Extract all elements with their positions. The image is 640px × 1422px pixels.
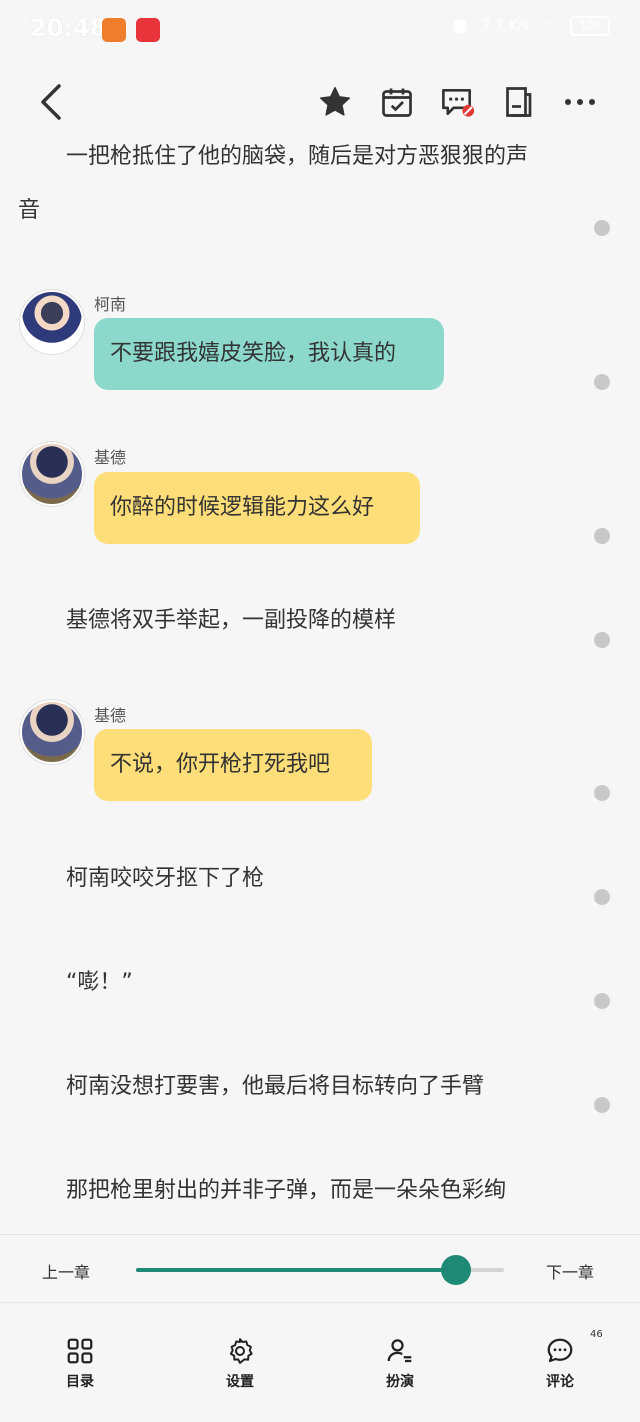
chapter-progress-slider[interactable]: [136, 1255, 504, 1285]
paragraph-comment-dot[interactable]: [594, 1097, 610, 1113]
more-icon: [565, 99, 595, 105]
nav-comments[interactable]: 评论: [520, 1335, 600, 1391]
danmaku-toggle-button[interactable]: [436, 80, 480, 124]
status-time: 20:48: [30, 14, 107, 42]
bookmark-button[interactable]: [496, 80, 540, 124]
user-edit-icon: [387, 1339, 412, 1363]
network-speed: 7.7 K/s: [481, 18, 530, 34]
nav-roleplay[interactable]: 扮演: [360, 1335, 440, 1391]
bookmark-icon: [506, 87, 532, 117]
avatar[interactable]: [20, 700, 84, 764]
paragraph-comment-dot[interactable]: [594, 993, 610, 1009]
nav-settings[interactable]: 设置: [200, 1335, 280, 1391]
chat-bubble: 不要跟我嬉皮笑脸，我认真的: [94, 318, 444, 390]
speaker-name: 基德: [94, 706, 127, 725]
location-icon: ⬤: [452, 18, 468, 34]
paragraph-comment-dot[interactable]: [594, 889, 610, 905]
status-right: ⬤ 7.7 K/s ◠ 100: [452, 16, 610, 36]
gear-icon: [229, 1338, 253, 1364]
paragraph-comment-dot[interactable]: [594, 632, 610, 648]
slider-fill: [136, 1268, 457, 1272]
paragraph-comment-dot[interactable]: [594, 374, 610, 390]
paragraph-text: 一把枪抵住了他的脑袋，随后是对方恶狠狠的声: [66, 144, 529, 169]
paragraph-comment-dot[interactable]: [594, 785, 610, 801]
chapter-progress-row: 上一章 下一章: [0, 1235, 640, 1303]
paragraph-text: 音: [18, 198, 41, 223]
chat-bubble: 你醉的时候逻辑能力这么好: [94, 472, 420, 544]
comment-off-icon: [442, 88, 475, 117]
back-button[interactable]: [30, 80, 74, 124]
grid-icon: [67, 1338, 93, 1364]
avatar[interactable]: [20, 442, 84, 506]
nav-catalog[interactable]: 目录: [40, 1335, 120, 1391]
more-button[interactable]: [558, 80, 602, 124]
paragraph-comment-dot[interactable]: [594, 528, 610, 544]
paragraph-text: 那把枪里射出的并非子弹，而是一朵朵色彩绚: [66, 1178, 507, 1203]
paragraph-text: 柯南没想打要害，他最后将目标转向了手臂: [66, 1074, 485, 1099]
app-notification-icon: [102, 18, 126, 42]
nav-label: 设置: [226, 1374, 254, 1390]
speaker-name: 柯南: [94, 295, 127, 314]
comment-count-badge: 46: [590, 1329, 603, 1340]
battery-icon: 100: [570, 16, 610, 36]
comment-icon: [547, 1338, 573, 1363]
paragraph-comment-dot[interactable]: [594, 220, 610, 236]
calendar-check-icon: [382, 88, 412, 117]
chat-bubble: 不说，你开枪打死我吧: [94, 729, 372, 801]
checkin-button[interactable]: [375, 80, 419, 124]
reader-bottom-panel: 上一章 下一章 目录 设置 扮演 评论 46: [0, 1234, 640, 1422]
reader-toolbar: [0, 70, 640, 134]
nav-label: 评论: [546, 1374, 574, 1390]
nav-label: 扮演: [386, 1374, 414, 1390]
chevron-left-icon: [41, 84, 61, 120]
speaker-name: 基德: [94, 448, 127, 467]
prev-chapter-button[interactable]: 上一章: [42, 1259, 90, 1283]
slider-thumb[interactable]: [441, 1255, 472, 1285]
avatar[interactable]: [20, 290, 84, 354]
star-icon: [320, 87, 350, 116]
favorite-button[interactable]: [313, 80, 357, 124]
paragraph-text: “嘭！”: [66, 970, 133, 995]
app-notification-icon: [136, 18, 160, 42]
status-bar: 20:48 ⬤ 7.7 K/s ◠ 100: [0, 0, 640, 60]
paragraph-text: 柯南咬咬牙抠下了枪: [66, 866, 265, 891]
nav-label: 目录: [66, 1374, 94, 1390]
wifi-icon: ◠: [543, 18, 556, 34]
paragraph-text: 基德将双手举起，一副投降的模样: [66, 608, 397, 633]
next-chapter-button[interactable]: 下一章: [546, 1259, 594, 1283]
